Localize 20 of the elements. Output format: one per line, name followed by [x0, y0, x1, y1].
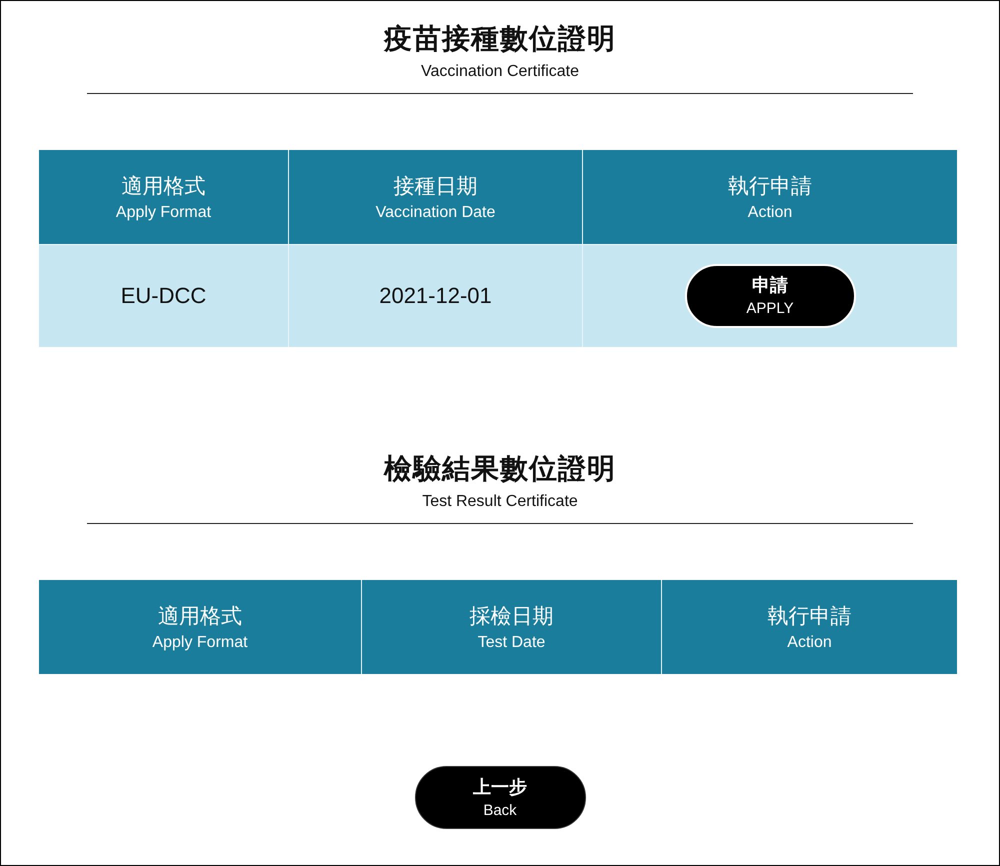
column-subtitle: Apply Format [114, 202, 212, 222]
column-title: 適用格式 [157, 604, 243, 630]
back-button[interactable]: 上一步 Back [414, 766, 586, 829]
section-subtitle: Test Result Certificate [422, 492, 578, 512]
table-cell: 2021-12-01 [288, 244, 582, 347]
section-title: 疫苗接種數位證明 [384, 22, 616, 56]
column-subtitle: Test Date [476, 632, 546, 652]
column-subtitle: Action [786, 632, 833, 652]
column-title: 接種日期 [392, 174, 478, 200]
section-title: 檢驗結果數位證明 [384, 452, 616, 486]
column-title: 適用格式 [120, 174, 206, 200]
column-subtitle: Apply Format [151, 632, 249, 652]
column-title: 執行申請 [727, 174, 813, 200]
column-title: 執行申請 [766, 604, 852, 630]
column-title: 採檢日期 [468, 604, 554, 630]
table-cell: EU-DCC [39, 244, 288, 347]
section-subtitle: Vaccination Certificate [421, 62, 579, 82]
apply-button[interactable]: 申請 APPLY [684, 264, 856, 328]
column-subtitle: Vaccination Date [374, 202, 496, 222]
column-subtitle: Action [746, 202, 794, 222]
